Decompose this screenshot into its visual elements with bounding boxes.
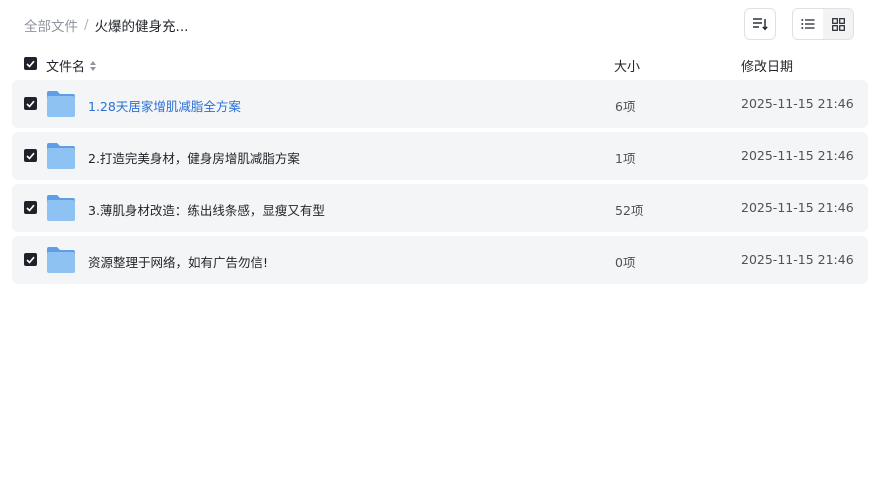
file-name[interactable]: 1.28天居家增肌减脂全方案: [88, 96, 241, 115]
table-row[interactable]: 1.28天居家增肌减脂全方案 6项 2025-11-15 21:46: [12, 80, 868, 128]
check-icon: [26, 60, 35, 68]
row-checkbox[interactable]: [24, 149, 37, 162]
grid-view-button[interactable]: [823, 9, 853, 39]
breadcrumb-root[interactable]: 全部文件: [24, 15, 78, 35]
row-checkbox[interactable]: [24, 253, 37, 266]
file-date: 2025-11-15 21:46: [741, 148, 854, 163]
file-date: 2025-11-15 21:46: [741, 252, 854, 267]
row-checkbox[interactable]: [24, 97, 37, 110]
folder-icon: [47, 91, 75, 117]
check-icon: [26, 100, 35, 108]
file-name[interactable]: 2.打造完美身材，健身房增肌减脂方案: [88, 148, 300, 167]
table-header: 文件名 大小 修改日期: [12, 48, 868, 80]
table-row[interactable]: 3.薄肌身材改造：练出线条感，显瘦又有型 52项 2025-11-15 21:4…: [12, 184, 868, 232]
breadcrumb-current: 火爆的健身充...: [94, 19, 189, 35]
grid-view-icon: [831, 17, 845, 31]
file-size: 0项: [615, 255, 636, 270]
view-toggle: [792, 8, 854, 40]
file-name[interactable]: 资源整理于网络，如有广告勿信!: [88, 252, 268, 271]
breadcrumb-separator: /: [84, 17, 89, 33]
check-icon: [26, 256, 35, 264]
column-header-name[interactable]: 文件名: [46, 56, 97, 75]
column-header-date[interactable]: 修改日期: [741, 56, 793, 75]
folder-icon: [47, 247, 75, 273]
file-size: 1项: [615, 151, 636, 166]
file-size: 52项: [615, 203, 644, 218]
file-name[interactable]: 3.薄肌身材改造：练出线条感，显瘦又有型: [88, 200, 325, 219]
file-list: 1.28天居家增肌减脂全方案 6项 2025-11-15 21:46 2.打造完…: [12, 80, 868, 288]
folder-icon: [47, 143, 75, 169]
file-date: 2025-11-15 21:46: [741, 200, 854, 215]
sort-updown-icon: [90, 60, 97, 71]
check-icon: [26, 204, 35, 212]
column-header-size[interactable]: 大小: [614, 56, 640, 75]
check-icon: [26, 152, 35, 160]
select-all-checkbox[interactable]: [24, 57, 37, 70]
table-row[interactable]: 资源整理于网络，如有广告勿信! 0项 2025-11-15 21:46: [12, 236, 868, 284]
column-header-name-label: 文件名: [46, 60, 86, 75]
file-date: 2025-11-15 21:46: [741, 96, 854, 111]
breadcrumb: 全部文件 / 火爆的健身充...: [24, 15, 188, 35]
file-size: 6项: [615, 99, 636, 114]
list-view-button[interactable]: [793, 9, 823, 39]
list-view-icon: [801, 19, 815, 29]
sort-button[interactable]: [744, 8, 776, 40]
table-row[interactable]: 2.打造完美身材，健身房增肌减脂方案 1项 2025-11-15 21:46: [12, 132, 868, 180]
row-checkbox[interactable]: [24, 201, 37, 214]
folder-icon: [47, 195, 75, 221]
top-bar: 全部文件 / 火爆的健身充...: [0, 0, 878, 48]
sort-lines-icon: [753, 18, 768, 31]
